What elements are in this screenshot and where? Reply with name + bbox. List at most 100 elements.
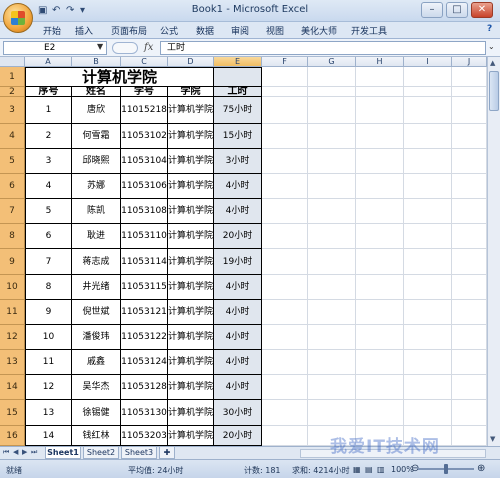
minimize-button[interactable]: –	[421, 2, 443, 18]
empty-cell[interactable]	[356, 149, 404, 174]
empty-cell[interactable]	[404, 97, 452, 124]
empty-cell[interactable]	[308, 199, 356, 224]
vertical-scroll-thumb[interactable]	[489, 71, 499, 111]
empty-cell[interactable]	[452, 124, 487, 149]
tab-data[interactable]: 数据	[196, 24, 214, 37]
cell-e1[interactable]	[214, 67, 262, 87]
row-header-14[interactable]: 14	[0, 375, 25, 400]
table-cell[interactable]: 计算机学院	[168, 199, 214, 224]
table-cell[interactable]: 11053106	[121, 174, 168, 199]
empty-cell[interactable]	[356, 325, 404, 350]
empty-cell[interactable]	[452, 275, 487, 300]
empty-cell[interactable]	[356, 400, 404, 426]
empty-cell[interactable]	[308, 325, 356, 350]
table-cell[interactable]: 14	[25, 426, 72, 446]
table-cell[interactable]: 计算机学院	[168, 275, 214, 300]
table-cell[interactable]: 11053122	[121, 325, 168, 350]
empty-cell[interactable]	[262, 87, 308, 97]
empty-cell[interactable]	[262, 375, 308, 400]
table-cell[interactable]: 7	[25, 249, 72, 275]
table-cell[interactable]: 井光绪	[72, 275, 121, 300]
table-cell[interactable]: 蒋志成	[72, 249, 121, 275]
table-cell[interactable]: 5	[25, 199, 72, 224]
row-header-8[interactable]: 8	[0, 224, 25, 249]
page-layout-view-icon[interactable]: ▤	[365, 465, 373, 474]
table-cell[interactable]: 唐欣	[72, 97, 121, 124]
table-cell[interactable]: 计算机学院	[168, 124, 214, 149]
empty-cell[interactable]	[452, 174, 487, 199]
row-header-9[interactable]: 9	[0, 249, 25, 275]
empty-cell[interactable]	[262, 124, 308, 149]
empty-cell[interactable]	[308, 87, 356, 97]
empty-cell[interactable]	[308, 149, 356, 174]
table-cell[interactable]: 11053115	[121, 275, 168, 300]
empty-cell[interactable]	[404, 67, 452, 87]
table-cell[interactable]: 11053203	[121, 426, 168, 446]
empty-cell[interactable]	[404, 174, 452, 199]
table-cell[interactable]: 4小时	[214, 375, 262, 400]
empty-cell[interactable]	[356, 375, 404, 400]
expand-formula-bar-icon[interactable]: ⌄	[488, 42, 495, 51]
row-header-16[interactable]: 16	[0, 426, 25, 446]
column-header-c[interactable]: C	[121, 57, 168, 67]
empty-cell[interactable]	[262, 224, 308, 249]
table-cell[interactable]: 4	[25, 174, 72, 199]
table-cell[interactable]: 计算机学院	[168, 149, 214, 174]
tab-view[interactable]: 视图	[266, 24, 284, 37]
empty-cell[interactable]	[404, 275, 452, 300]
empty-cell[interactable]	[308, 375, 356, 400]
table-cell[interactable]: 计算机学院	[168, 300, 214, 325]
row-header-5[interactable]: 5	[0, 149, 25, 174]
table-header-cell[interactable]: 姓名	[72, 87, 121, 97]
table-cell[interactable]: 2	[25, 124, 72, 149]
table-cell[interactable]: 计算机学院	[168, 97, 214, 124]
table-cell[interactable]: 耿进	[72, 224, 121, 249]
empty-cell[interactable]	[308, 224, 356, 249]
insert-sheet-icon[interactable]: ✚	[159, 447, 175, 459]
table-cell[interactable]: 1	[25, 97, 72, 124]
empty-cell[interactable]	[452, 87, 487, 97]
empty-cell[interactable]	[452, 300, 487, 325]
table-cell[interactable]: 4小时	[214, 275, 262, 300]
table-cell[interactable]: 计算机学院	[168, 249, 214, 275]
empty-cell[interactable]	[262, 97, 308, 124]
tab-home[interactable]: 开始	[43, 24, 61, 37]
table-cell[interactable]: 8	[25, 275, 72, 300]
formula-function-icon[interactable]	[112, 42, 138, 54]
column-header-a[interactable]: A	[25, 57, 72, 67]
table-cell[interactable]: 苏娜	[72, 174, 121, 199]
table-cell[interactable]: 11053108	[121, 199, 168, 224]
table-cell[interactable]: 计算机学院	[168, 350, 214, 375]
name-box-dropdown-icon[interactable]: ▼	[97, 42, 103, 51]
table-cell[interactable]: 11	[25, 350, 72, 375]
table-cell[interactable]: 倪世斌	[72, 300, 121, 325]
empty-cell[interactable]	[308, 97, 356, 124]
row-header-13[interactable]: 13	[0, 350, 25, 375]
column-header-f[interactable]: F	[262, 57, 308, 67]
empty-cell[interactable]	[356, 174, 404, 199]
table-cell[interactable]: 4小时	[214, 199, 262, 224]
column-header-h[interactable]: H	[356, 57, 404, 67]
empty-cell[interactable]	[404, 375, 452, 400]
empty-cell[interactable]	[308, 300, 356, 325]
row-header-4[interactable]: 4	[0, 124, 25, 149]
table-cell[interactable]: 计算机学院	[168, 426, 214, 446]
sheet-tab-2[interactable]: Sheet2	[83, 447, 119, 459]
empty-cell[interactable]	[356, 124, 404, 149]
table-cell[interactable]: 11015218	[121, 97, 168, 124]
empty-cell[interactable]	[356, 350, 404, 375]
empty-cell[interactable]	[452, 249, 487, 275]
tab-developer[interactable]: 开发工具	[351, 24, 387, 37]
empty-cell[interactable]	[356, 224, 404, 249]
empty-cell[interactable]	[262, 174, 308, 199]
table-cell[interactable]: 10	[25, 325, 72, 350]
empty-cell[interactable]	[262, 300, 308, 325]
empty-cell[interactable]	[404, 199, 452, 224]
fx-icon[interactable]: fx	[144, 42, 153, 53]
empty-cell[interactable]	[308, 275, 356, 300]
table-cell[interactable]: 计算机学院	[168, 400, 214, 426]
table-header-cell[interactable]: 学院	[168, 87, 214, 97]
table-cell[interactable]: 计算机学院	[168, 325, 214, 350]
table-cell[interactable]: 徐锡健	[72, 400, 121, 426]
empty-cell[interactable]	[262, 249, 308, 275]
